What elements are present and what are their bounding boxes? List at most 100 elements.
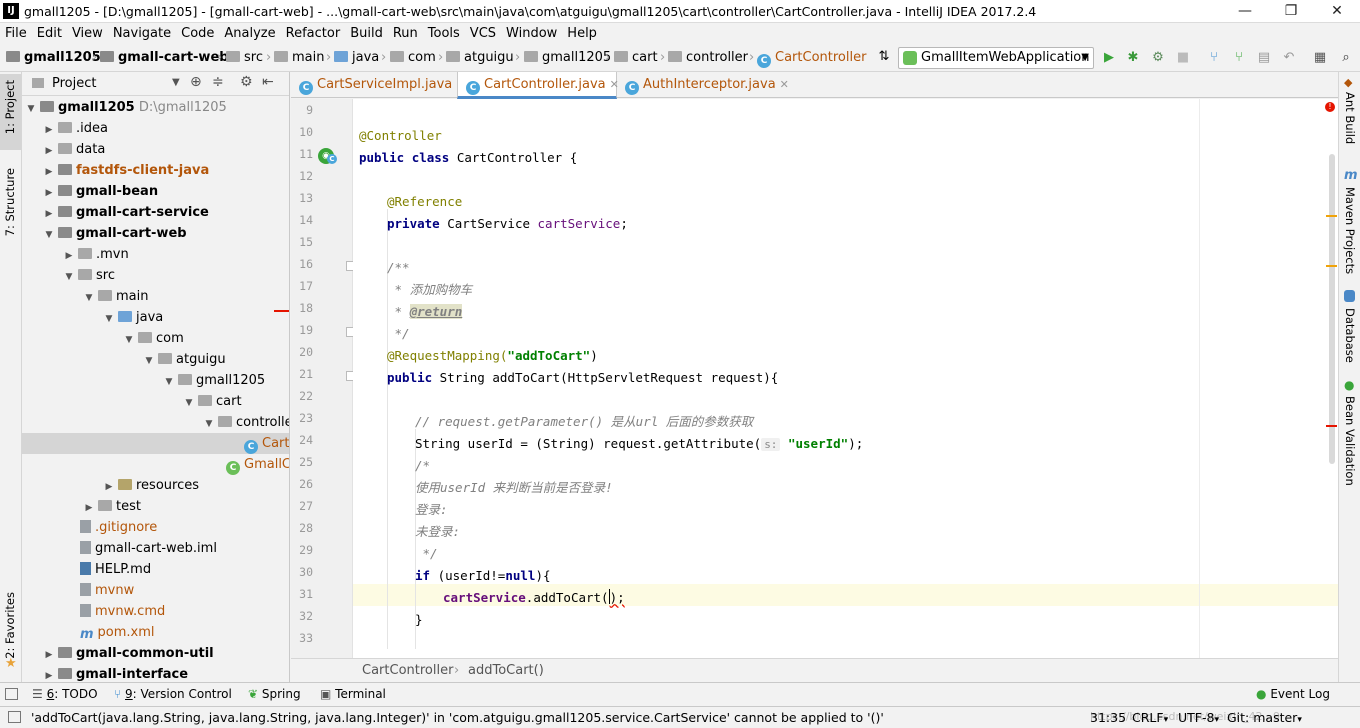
tool-tab-favorites[interactable]: 2: Favorites <box>3 592 17 659</box>
run-icon[interactable]: ▶ <box>1101 50 1117 66</box>
tree-item[interactable]: HELP.md <box>22 559 289 580</box>
chevron-down-icon[interactable]: ▼ <box>122 330 136 351</box>
menu-view[interactable]: View <box>67 23 108 45</box>
crumb-project[interactable]: gmall1205 <box>6 50 101 65</box>
tool-tab-ant-build[interactable]: Ant Build <box>1343 92 1357 144</box>
sort-icon[interactable]: ⇅ <box>876 49 892 65</box>
tree-item[interactable]: ▼controller <box>22 412 289 435</box>
menu-analyze[interactable]: Analyze <box>219 23 280 45</box>
tree-item[interactable]: ▼ cart <box>22 391 289 414</box>
crumb-controller[interactable]: controller <box>668 50 748 65</box>
menu-refactor[interactable]: Refactor <box>281 23 346 45</box>
debug-icon[interactable]: ✱ <box>1125 50 1141 66</box>
chevron-down-icon[interactable]: ▼ <box>82 288 96 309</box>
error-indicator-icon[interactable]: ! <box>1325 102 1335 112</box>
tree-item[interactable]: ▶ test <box>22 496 289 517</box>
chevron-right-icon[interactable]: ▶ <box>42 666 56 682</box>
tree-item[interactable]: ▶ data <box>22 139 289 162</box>
toggle-tool-windows-icon[interactable] <box>5 688 18 700</box>
tree-item[interactable]: CGmallCa <box>22 454 289 475</box>
collapse-all-icon[interactable]: ≑ <box>212 74 224 90</box>
tree-item[interactable]: ▼ com <box>22 328 289 351</box>
tree-item[interactable]: m pom.xml <box>22 622 289 643</box>
tool-tab-maven[interactable]: Maven Projects <box>1343 187 1357 274</box>
tree-item[interactable]: ▶ gmall-cart-service <box>22 202 289 225</box>
coverage-icon[interactable]: ⚙ <box>1150 50 1166 66</box>
menu-navigate[interactable]: Navigate <box>108 23 176 45</box>
tool-version-control[interactable]: ⑂ 9: Version Control <box>114 687 232 701</box>
chevron-down-icon[interactable]: ▼ <box>42 225 56 246</box>
crumb-module[interactable]: gmall-cart-web <box>100 50 229 65</box>
chevron-down-icon[interactable]: ▼ <box>172 77 180 88</box>
vcs-commit-icon[interactable]: ⑂ <box>1231 50 1247 66</box>
chevron-right-icon[interactable]: ▶ <box>42 120 56 141</box>
tab-cartcontroller[interactable]: C CartController.java ✕ <box>457 72 619 99</box>
crumb-src[interactable]: src <box>226 50 263 65</box>
tree-item[interactable]: ▶ .idea <box>22 118 289 141</box>
code-editor[interactable]: @Controller public class CartController … <box>353 99 1338 658</box>
crumb-gmall1205[interactable]: gmall1205 <box>524 50 611 65</box>
tool-tab-bean-validation[interactable]: Bean Validation <box>1343 396 1357 486</box>
hide-icon[interactable]: ⇤ <box>262 74 274 90</box>
stop-icon[interactable]: ■ <box>1175 50 1191 66</box>
menu-file[interactable]: File <box>0 23 32 45</box>
breadcrumb-class[interactable]: CartController <box>362 663 453 678</box>
menu-window[interactable]: Window <box>501 23 562 45</box>
line-separator[interactable]: CRLF▾ <box>1132 710 1168 725</box>
chevron-down-icon[interactable]: ▼ <box>162 372 176 393</box>
tool-todo[interactable]: ☰ 6: TODO <box>32 687 98 701</box>
crumb-atguigu[interactable]: atguigu <box>446 50 514 65</box>
crumb-java[interactable]: java <box>334 50 379 65</box>
menu-code[interactable]: Code <box>176 23 219 45</box>
tool-event-log[interactable]: ● Event Log <box>1256 687 1330 701</box>
menu-build[interactable]: Build <box>345 23 388 45</box>
chevron-right-icon[interactable]: ▶ <box>42 645 56 666</box>
tool-tab-structure[interactable]: 7: Structure <box>3 168 17 236</box>
menu-run[interactable]: Run <box>388 23 423 45</box>
crumb-class[interactable]: C CartController <box>757 50 866 68</box>
tree-item[interactable]: ▼ main <box>22 286 289 309</box>
chevron-right-icon[interactable]: ▶ <box>42 141 56 162</box>
tree-item-selected[interactable]: C Cart <box>22 433 289 454</box>
tree-item[interactable]: gmall-cart-web.iml <box>22 538 289 559</box>
chevron-right-icon[interactable]: ▶ <box>42 162 56 183</box>
crumb-com[interactable]: com <box>390 50 436 65</box>
chevron-down-icon[interactable]: ▼ <box>62 267 76 288</box>
chevron-right-icon[interactable]: ▶ <box>102 477 116 498</box>
maximize-button[interactable]: ❐ <box>1268 0 1314 23</box>
tree-item[interactable]: .gitignore <box>22 517 289 538</box>
chevron-down-icon[interactable]: ▼ <box>202 414 216 435</box>
tab-authinterceptor[interactable]: C AuthInterceptor.java ✕ <box>617 72 789 98</box>
project-structure-icon[interactable]: ▦ <box>1312 50 1328 66</box>
chevron-right-icon[interactable]: ▶ <box>62 246 76 267</box>
tool-tab-database[interactable]: Database <box>1343 308 1357 363</box>
chevron-down-icon[interactable]: ▼ <box>182 393 196 414</box>
project-view-selector[interactable]: Project <box>52 76 96 91</box>
tool-terminal[interactable]: ▣ Terminal <box>320 687 386 701</box>
vcs-update-icon[interactable]: ⑂ <box>1206 50 1222 66</box>
menu-tools[interactable]: Tools <box>423 23 465 45</box>
tree-item[interactable]: ▼ gmall-cart-web <box>22 223 289 246</box>
crumb-main[interactable]: main <box>274 50 324 65</box>
close-button[interactable]: ✕ <box>1314 0 1360 23</box>
close-icon[interactable]: ✕ <box>780 78 789 91</box>
menu-edit[interactable]: Edit <box>32 23 67 45</box>
chevron-right-icon[interactable]: ▶ <box>42 183 56 204</box>
revert-icon[interactable]: ↶ <box>1281 50 1297 66</box>
chevron-down-icon[interactable]: ▼ <box>142 351 156 372</box>
tree-item[interactable]: ▶ resources <box>22 475 289 498</box>
breadcrumb-method[interactable]: addToCart() <box>468 663 544 678</box>
menu-vcs[interactable]: VCS <box>465 23 501 45</box>
file-encoding[interactable]: UTF-8▾ <box>1178 710 1219 725</box>
scroll-from-source-icon[interactable]: ⊕ <box>190 74 202 90</box>
tab-cartserviceimpl[interactable]: CCartServiceImpl.java✕ <box>291 72 465 98</box>
tree-item[interactable]: mvnw.cmd <box>22 601 289 622</box>
tree-item[interactable]: ▶ gmall-interface <box>22 664 289 682</box>
tree-item[interactable]: ▼ java <box>22 307 289 328</box>
vcs-compare-icon[interactable]: ▤ <box>1256 50 1272 66</box>
tree-item[interactable]: ▼ gmall1205 <box>22 370 289 393</box>
run-configuration-select[interactable]: GmallItemWebApplication ▼ <box>898 47 1094 69</box>
tree-item[interactable]: ▶ gmall-common-util <box>22 643 289 666</box>
chevron-right-icon[interactable]: ▶ <box>42 204 56 225</box>
editor-scrollbar[interactable] <box>1329 154 1335 464</box>
